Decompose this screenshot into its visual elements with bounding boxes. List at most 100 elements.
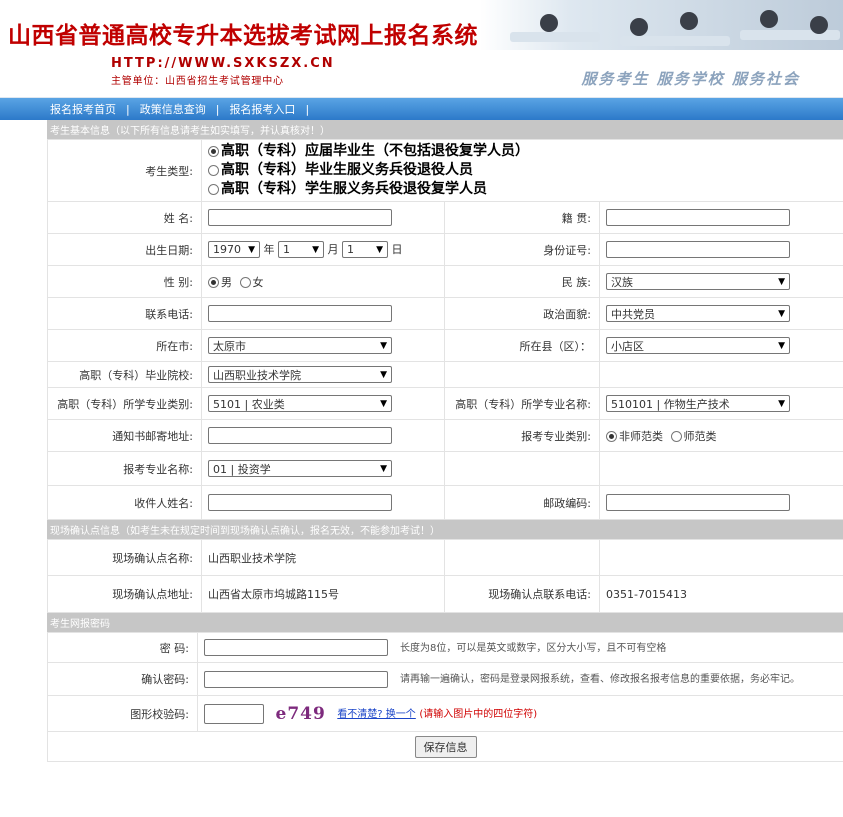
birth-month-select[interactable]: 1 ▼ (278, 241, 324, 259)
mail-label: 通知书邮寄地址: (47, 419, 202, 452)
confirm-pwd-hint: 请再输一遍确认，密码是登录网报系统，查看、修改报名报考信息的重要依据，务必牢记。 (400, 674, 800, 686)
day-unit: 日 (391, 242, 403, 256)
confirm-pwd-label: 确认密码: (47, 662, 198, 696)
city-select[interactable]: 太原市 ▼ (208, 337, 392, 354)
major-name-select[interactable]: 510101 | 作物生产技术 ▼ (606, 395, 790, 412)
recipient-label: 收件人姓名: (47, 485, 202, 520)
section-password: 考生网报密码 (47, 613, 843, 632)
apply-major-select[interactable]: 01 | 投资学 ▼ (208, 460, 392, 477)
politics-label: 政治面貌: (444, 297, 600, 330)
chevron-down-icon: ▼ (312, 244, 319, 255)
captcha-refresh-link[interactable]: 看不清楚? 换一个 (337, 709, 416, 720)
save-row: 保存信息 (47, 731, 843, 762)
major-cat-label: 高职（专科）所学专业类别: (47, 387, 202, 420)
confirm-password-input[interactable] (204, 670, 388, 688)
nav-home[interactable]: 报名报考首页 (50, 101, 116, 117)
type-option-3[interactable]: 高职（专科）学生服义务兵役退役复学人员 (208, 180, 843, 199)
county-label: 所在县（区）： (444, 329, 600, 362)
county-select[interactable]: 小店区 ▼ (606, 337, 790, 354)
radio-male[interactable] (208, 277, 219, 288)
native-input[interactable] (606, 209, 790, 226)
captcha-image: e749 (275, 703, 326, 724)
site-org: 主管单位：山西省招生考试管理中心 (111, 76, 284, 87)
politics-select[interactable]: 中共党员 ▼ (606, 305, 790, 322)
site-slogan: 服务考生 服务学校 服务社会 (581, 70, 800, 88)
id-input[interactable] (606, 241, 790, 258)
year-unit: 年 (263, 242, 275, 256)
apply-major-label: 报考专业名称: (47, 451, 202, 486)
apply-cat-label: 报考专业类别: (444, 419, 600, 452)
nav-separator: | (215, 102, 220, 116)
birth-label: 出生日期: (47, 233, 202, 266)
native-label: 籍 贯: (444, 201, 600, 234)
header-photo (480, 0, 843, 50)
confirm-phone-value: 0351-7015413 (599, 575, 843, 613)
confirm-addr-value: 山西省太原市坞城路115号 (201, 575, 445, 613)
captcha-hint: (请输入图片中的四位字符) (419, 708, 538, 720)
confirm-addr-label: 现场确认点地址: (47, 575, 202, 613)
chevron-down-icon: ▼ (778, 308, 785, 319)
male-label: 男 (221, 275, 232, 289)
major-cat-select[interactable]: 5101 | 农业类 ▼ (208, 395, 392, 412)
confirm-name-value: 山西职业技术学院 (201, 539, 445, 576)
confirm-info-table: 现场确认点名称: 山西职业技术学院 现场确认点地址: 山西省太原市坞城路115号… (47, 539, 843, 613)
postcode-label: 邮政编码: (444, 485, 600, 520)
major-name-label: 高职（专科）所学专业名称: (444, 387, 600, 420)
nav-separator: | (305, 102, 310, 116)
mail-input[interactable] (208, 427, 392, 444)
nation-label: 民 族: (444, 265, 600, 298)
captcha-input[interactable] (204, 703, 264, 724)
birth-day-select[interactable]: 1 ▼ (342, 241, 388, 259)
radio-icon[interactable] (208, 145, 219, 157)
birth-year-select[interactable]: 1970 ▼ (208, 241, 260, 259)
radio-icon[interactable] (208, 164, 219, 176)
chevron-down-icon: ▼ (778, 398, 785, 409)
id-label: 身份证号: (444, 233, 600, 266)
chevron-down-icon: ▼ (380, 369, 387, 380)
female-label: 女 (252, 275, 264, 289)
type-options: 高职（专科）应届毕业生（不包括退役复学人员） 高职（专科）毕业生服义务兵役退役人… (200, 139, 843, 202)
save-button[interactable]: 保存信息 (414, 735, 477, 758)
school-label: 高职（专科）毕业院校: (47, 361, 202, 388)
chevron-down-icon: ▼ (380, 463, 387, 474)
postcode-input[interactable] (606, 494, 790, 511)
name-label: 姓 名: (47, 201, 202, 234)
school-select[interactable]: 山西职业技术学院 ▼ (208, 366, 392, 383)
confirm-name-label: 现场确认点名称: (47, 539, 202, 576)
nav-policy[interactable]: 政策信息查询 (140, 101, 206, 117)
password-input[interactable] (204, 639, 388, 657)
chevron-down-icon: ▼ (778, 340, 785, 351)
section-basic-info: 考生基本信息（以下所有信息请考生如实填写，并认真核对！） (47, 120, 843, 139)
nav-separator: | (126, 102, 130, 116)
section-confirm-info: 现场确认点信息（如考生未在规定时间到现场确认点确认，报名无效，不能参加考试！） (47, 520, 843, 539)
chevron-down-icon: ▼ (376, 244, 383, 255)
phone-input[interactable] (208, 305, 392, 322)
gender-label: 性 别: (47, 265, 202, 298)
city-label: 所在市: (47, 329, 202, 362)
captcha-label: 图形校验码: (47, 695, 198, 732)
phone-label: 联系电话: (47, 297, 202, 330)
type-label: 考生类型: (47, 139, 202, 202)
recipient-input[interactable] (208, 494, 392, 511)
pwd-hint: 长度为8位，可以是英文或数字，区分大小写，且不可有空格 (400, 642, 667, 654)
radio-normal[interactable] (670, 431, 682, 442)
top-nav: 报名报考首页 | 政策信息查询 | 报名报考入口 | (0, 98, 843, 120)
chevron-down-icon: ▼ (380, 340, 387, 351)
pwd-label: 密 码: (47, 632, 198, 663)
radio-icon[interactable] (208, 183, 219, 195)
site-title: 山西省普通高校专升本选拔考试网上报名系统 (8, 23, 478, 49)
confirm-phone-label: 现场确认点联系电话: (444, 575, 600, 613)
month-unit: 月 (327, 242, 339, 256)
nav-apply[interactable]: 报名报考入口 (229, 101, 295, 117)
name-input[interactable] (208, 209, 392, 226)
basic-info-table: 考生类型: 高职（专科）应届毕业生（不包括退役复学人员） 高职（专科）毕业生服义… (47, 139, 843, 520)
non-normal-label: 非师范类 (619, 429, 663, 443)
nation-select[interactable]: 汉族 ▼ (606, 273, 790, 290)
radio-non-normal[interactable] (606, 431, 617, 442)
type-option-2[interactable]: 高职（专科）毕业生服义务兵役退役人员 (208, 161, 843, 180)
password-table: 密 码: 长度为8位，可以是英文或数字，区分大小写，且不可有空格 确认密码: 请… (47, 632, 843, 762)
site-url: HTTP://WWW.SXKSZX.CN (111, 56, 335, 71)
type-option-1[interactable]: 高职（专科）应届毕业生（不包括退役复学人员） (208, 142, 843, 161)
page-header: 山西省普通高校专升本选拔考试网上报名系统 HTTP://WWW.SXKSZX.C… (0, 0, 843, 98)
radio-female[interactable] (239, 277, 251, 288)
